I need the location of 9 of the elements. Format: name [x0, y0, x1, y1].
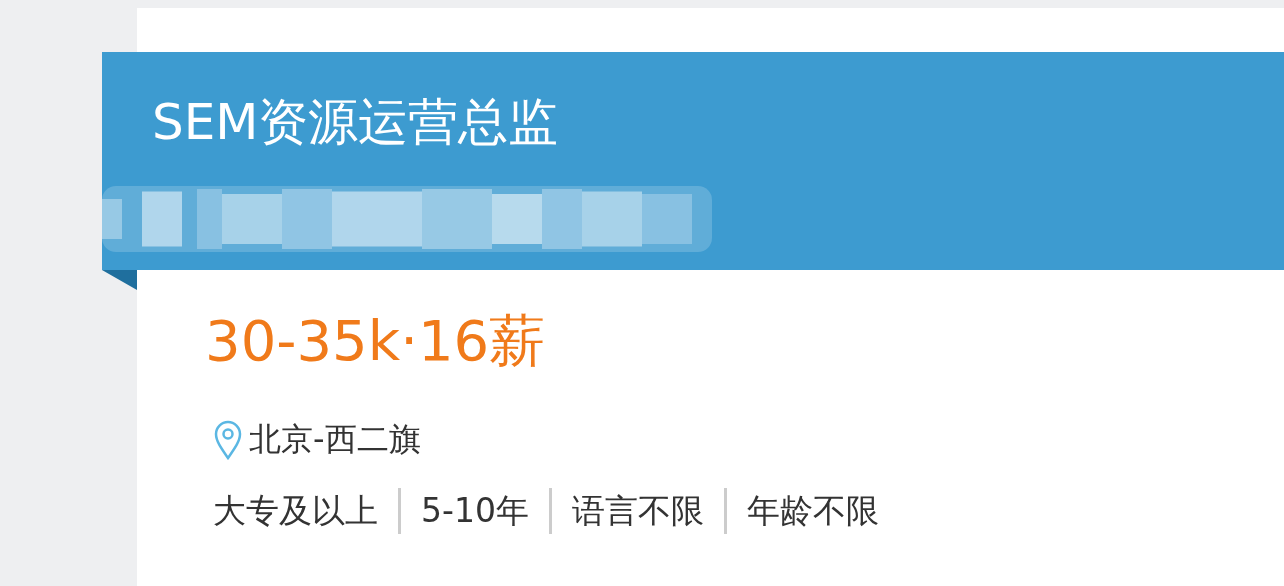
location-pin-icon: [213, 420, 243, 460]
ribbon-fold-icon: [102, 270, 137, 290]
job-location: 北京-西二旗: [249, 419, 421, 460]
requirement-tag: 大专及以上: [213, 488, 378, 534]
requirement-tag: 语言不限: [571, 488, 704, 534]
job-title: SEM资源运营总监: [152, 92, 560, 153]
requirement-tag: 5-10年: [421, 488, 529, 534]
requirement-tag: 年龄不限: [746, 488, 879, 534]
salary: 30-35k·16薪: [205, 307, 547, 375]
